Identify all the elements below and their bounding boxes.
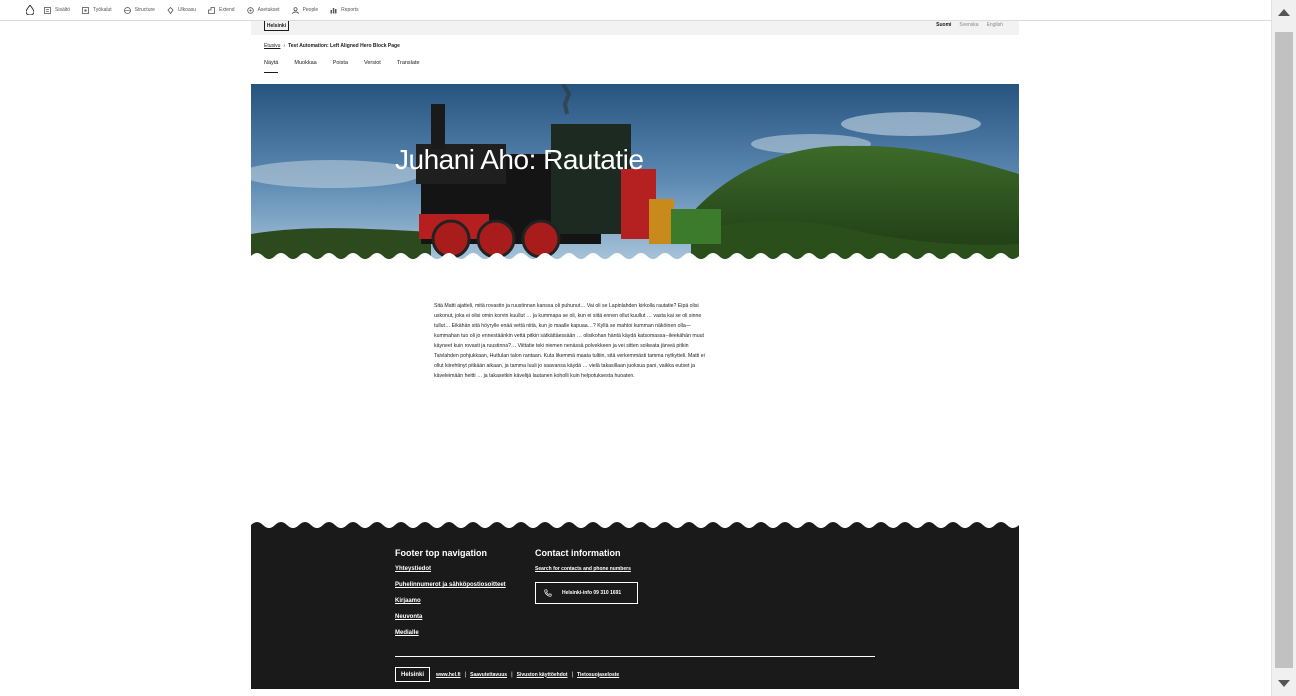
tools-icon — [82, 6, 89, 14]
phone-label: Helsinki-info 09 310 1691 — [562, 590, 622, 596]
helsinki-logo[interactable]: Helsinki — [264, 21, 289, 31]
breadcrumb-separator: › — [283, 43, 286, 49]
extend-icon — [208, 6, 215, 14]
toolbar-structure-label: Structure — [134, 7, 155, 13]
settings-icon — [246, 6, 254, 14]
site-footer: Footer top navigation Yhteystiedot Puhel… — [251, 521, 1019, 689]
drupal-home-icon[interactable] — [24, 3, 36, 17]
appearance-icon — [167, 6, 174, 14]
local-tasks: Näytä Muokkaa Poista Versiot Translate — [264, 60, 420, 73]
toolbar-structure[interactable]: Structure — [123, 6, 155, 14]
scrollbar-thumb[interactable] — [1275, 32, 1293, 668]
page: Helsinki Suomi Svenska English Etusivu ›… — [251, 21, 1019, 689]
hero-title: Juhani Aho: Rautatie — [395, 144, 644, 175]
phone-icon — [544, 589, 552, 597]
tab-translate[interactable]: Translate — [397, 60, 420, 73]
toolbar-extend-label: Extend — [219, 7, 235, 13]
toolbar-content-label: Sisältö — [55, 7, 71, 13]
tab-edit[interactable]: Muokkaa — [294, 60, 316, 73]
toolbar-appearance-label: Ulkoasu — [177, 7, 197, 13]
footer-link-neuvonta[interactable]: Neuvonta — [395, 614, 506, 620]
breadcrumb-current: Test Automation: Left Aligned Hero Block… — [288, 43, 400, 49]
footer-background — [251, 522, 1019, 689]
language-suomi[interactable]: Suomi — [936, 22, 951, 28]
footer-bottom: Helsinki www.hel.fi | Saavutettavuus | S… — [395, 667, 619, 682]
toolbar-appearance[interactable]: Ulkoasu — [167, 6, 197, 14]
footer-divider — [395, 656, 875, 657]
footer-separator: | — [511, 671, 513, 678]
footer-separator: | — [464, 671, 467, 678]
toolbar-tools-label: Työkalut — [93, 7, 112, 13]
footer-contact-search-link[interactable]: Search for contacts and phone numbers — [535, 566, 638, 572]
phone-button[interactable]: Helsinki-info 09 310 1691 — [535, 582, 638, 604]
vertical-scrollbar[interactable] — [1271, 0, 1296, 696]
toolbar-extend[interactable]: Extend — [208, 6, 235, 14]
breadcrumb: Etusivu › Test Automation: Left Aligned … — [264, 43, 400, 49]
people-icon — [291, 6, 299, 14]
content-icon — [44, 6, 51, 14]
language-english[interactable]: English — [987, 22, 1003, 28]
footer-bottom-link-helfi[interactable]: www.hel.fi — [436, 672, 461, 678]
body-paragraph: Sitä Matti ajatteli, mitä rovastin ja ru… — [434, 303, 705, 379]
tab-revisions[interactable]: Versiot — [364, 60, 381, 73]
breadcrumb-home[interactable]: Etusivu — [264, 43, 280, 49]
structure-icon — [123, 6, 131, 14]
tab-view[interactable]: Näytä — [264, 60, 279, 73]
site-header: Helsinki Suomi Svenska English — [251, 21, 1019, 35]
reports-icon — [330, 7, 337, 13]
footer-contact: Contact information Search for contacts … — [535, 548, 638, 604]
footer-link-yhteystiedot[interactable]: Yhteystiedot — [395, 566, 506, 572]
footer-bottom-link-accessibility[interactable]: Saavutettavuus — [470, 672, 507, 678]
footer-link-kirjaamo[interactable]: Kirjaamo — [395, 598, 506, 604]
footer-helsinki-logo[interactable]: Helsinki — [395, 667, 430, 682]
footer-link-medialle[interactable]: Medialle — [395, 630, 506, 636]
toolbar-content[interactable]: Sisältö — [44, 6, 71, 14]
footer-link-puhelinnumerot[interactable]: Puhelinnumerot ja sähköpostiosoitteet — [395, 582, 506, 588]
toolbar-people[interactable]: People — [291, 6, 319, 14]
language-svenska[interactable]: Svenska — [959, 22, 978, 28]
scroll-up-arrow-icon[interactable] — [1278, 9, 1290, 16]
toolbar-reports-label: Reports — [341, 7, 359, 13]
hero-banner: Juhani Aho: Rautatie — [251, 84, 1019, 260]
toolbar-settings-label: Asetukset — [257, 7, 280, 13]
toolbar-reports[interactable]: Reports — [330, 7, 359, 14]
tab-delete[interactable]: Poista — [333, 60, 348, 73]
footer-nav-title: Footer top navigation — [395, 548, 487, 558]
toolbar-people-label: People — [302, 7, 319, 13]
toolbar-settings[interactable]: Asetukset — [246, 6, 280, 14]
footer-separator: | — [571, 671, 574, 678]
scroll-down-arrow-icon[interactable] — [1278, 680, 1290, 687]
footer-bottom-link-privacy[interactable]: Tietosuojaseloste — [577, 672, 619, 678]
footer-nav: Footer top navigation Yhteystiedot Puhel… — [395, 548, 506, 646]
footer-bottom-link-terms[interactable]: Sivuston käyttöehdot — [517, 672, 568, 678]
admin-toolbar: Sisältö Työkalut Structure Ulkoasu Exten… — [0, 0, 1271, 21]
language-switcher: Suomi Svenska English — [936, 22, 1003, 28]
footer-contact-title: Contact information — [535, 548, 621, 558]
toolbar-tools[interactable]: Työkalut — [82, 6, 112, 14]
